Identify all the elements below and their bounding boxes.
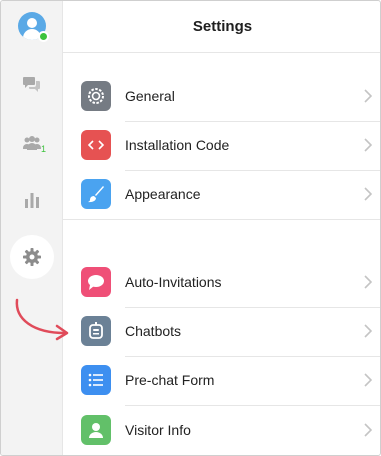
reports-icon[interactable] [22, 190, 42, 210]
speech-bubble-icon [88, 275, 104, 290]
chevron-right-icon [364, 423, 372, 437]
page-title: Settings [192, 18, 253, 35]
avatar-head [27, 18, 37, 28]
sidebar: 1 [1, 1, 69, 455]
settings-item-label: General [125, 88, 175, 104]
visitor-count-badge: 1 [41, 144, 47, 154]
visitors-icon[interactable] [22, 134, 42, 154]
installation-code-tile [81, 130, 111, 160]
settings-item-label: Installation Code [125, 137, 230, 153]
chat-bubbles-icon[interactable] [22, 74, 42, 94]
auto-invitations-tile [81, 267, 111, 297]
robot-icon [89, 322, 103, 339]
settings-item-label: Chatbots [125, 323, 182, 339]
settings-nav-button[interactable] [10, 235, 54, 279]
pre-chat-form-tile [81, 365, 111, 395]
settings-item-label: Visitor Info [125, 422, 191, 438]
person-icon [89, 423, 103, 438]
chevron-right-icon [364, 89, 372, 103]
chevron-right-icon [364, 324, 372, 338]
online-status-dot [38, 31, 49, 42]
settings-item-pre-chat-form[interactable]: Pre-chat Form [63, 357, 380, 406]
list-icon [88, 373, 103, 387]
settings-item-label: Pre-chat Form [125, 372, 215, 388]
settings-item-chatbots[interactable]: Chatbots [63, 308, 380, 357]
general-tile [81, 81, 111, 111]
divider [63, 219, 380, 220]
settings-item-general[interactable]: General [63, 73, 380, 122]
settings-item-auto-invitations[interactable]: Auto-Invitations [63, 259, 380, 308]
divider [125, 405, 380, 406]
visitor-info-tile [81, 415, 111, 445]
brush-icon [88, 186, 104, 203]
settings-item-installation-code[interactable]: Installation Code [63, 122, 380, 171]
code-icon [87, 140, 105, 150]
chevron-right-icon [364, 275, 372, 289]
settings-item-label: Appearance [125, 186, 201, 202]
chevron-right-icon [364, 187, 372, 201]
chevron-right-icon [364, 373, 372, 387]
chevron-right-icon [364, 138, 372, 152]
appearance-tile [81, 179, 111, 209]
settings-item-visitor-info[interactable]: Visitor Info [63, 407, 380, 455]
settings-item-appearance[interactable]: Appearance [63, 171, 380, 220]
settings-item-label: Auto-Invitations [125, 274, 222, 290]
gear-icon [23, 248, 41, 266]
settings-header: Settings [63, 1, 380, 53]
chatbots-tile [81, 316, 111, 346]
settings-panel: Settings General Installation Code Appea… [63, 1, 380, 455]
app-frame: 1 Settings General Installation Code App… [0, 0, 381, 456]
gear-icon [88, 88, 104, 104]
